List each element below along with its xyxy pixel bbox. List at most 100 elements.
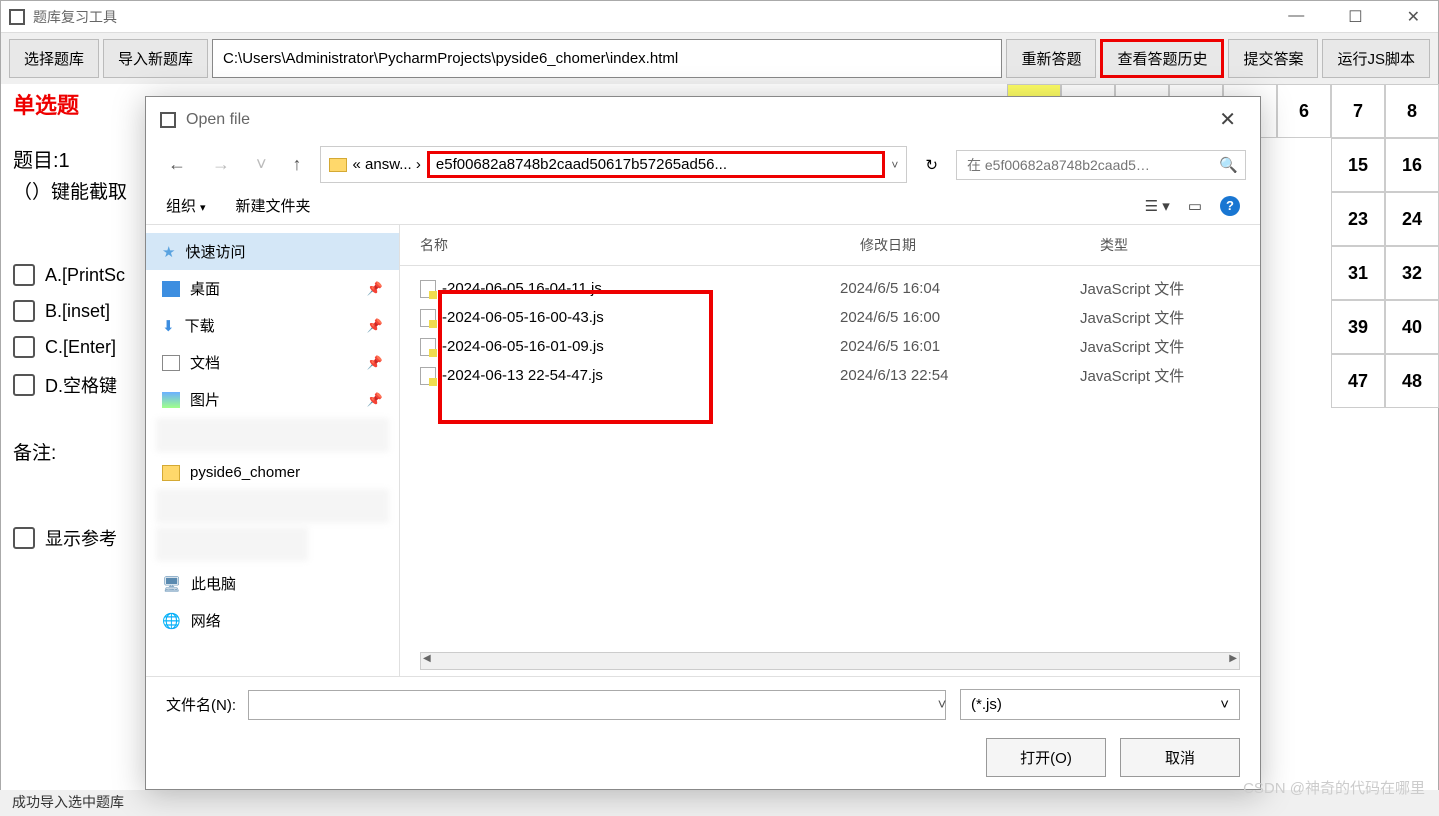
submit-button[interactable]: 提交答案 xyxy=(1228,39,1318,78)
checkbox-icon[interactable] xyxy=(13,374,35,396)
cancel-button[interactable]: 取消 xyxy=(1120,738,1240,777)
app-icon xyxy=(160,112,176,128)
chevron-down-icon[interactable]: ˅ xyxy=(891,158,898,172)
nav-documents[interactable]: 文档📌 xyxy=(146,344,399,381)
maximize-icon[interactable]: ☐ xyxy=(1338,7,1372,27)
col-date[interactable]: 修改日期 xyxy=(860,235,1100,255)
number-cell[interactable]: 39 xyxy=(1331,300,1385,354)
import-bank-button[interactable]: 导入新题库 xyxy=(103,39,208,78)
file-row[interactable]: -2024-06-05 16-04-11.js 2024/6/5 16:04Jav… xyxy=(420,274,1240,303)
nav-downloads[interactable]: ⬇下载📌 xyxy=(146,307,399,344)
nav-pictures[interactable]: 图片📌 xyxy=(146,381,399,418)
number-cell[interactable]: 16 xyxy=(1385,138,1439,192)
col-type[interactable]: 类型 xyxy=(1100,235,1240,255)
open-file-dialog: Open file ✕ ← → ˅ ↑ « answ... › e5f00682… xyxy=(145,96,1261,790)
refresh-icon[interactable]: ↻ xyxy=(917,152,946,178)
run-js-button[interactable]: 运行JS脚本 xyxy=(1322,39,1430,78)
number-cell[interactable]: 40 xyxy=(1385,300,1439,354)
crumb-prefix[interactable]: « answ... › xyxy=(353,156,421,173)
search-icon[interactable]: 🔍 xyxy=(1219,156,1238,174)
path-input[interactable] xyxy=(212,39,1002,78)
open-button[interactable]: 打开(O) xyxy=(986,738,1106,777)
number-cell[interactable]: 47 xyxy=(1331,354,1385,408)
nav-project-folder[interactable]: pyside6_chomer xyxy=(146,456,399,489)
network-icon: 🌐 xyxy=(162,612,181,630)
file-row[interactable]: -2024-06-13 22-54-47.js2024/6/13 22:54Ja… xyxy=(420,361,1240,390)
js-file-icon xyxy=(420,280,436,298)
filter-select[interactable]: (*.js)˅ xyxy=(960,689,1240,720)
new-folder-button[interactable]: 新建文件夹 xyxy=(236,195,311,216)
minimize-icon[interactable]: — xyxy=(1278,7,1314,27)
nav-desktop[interactable]: 桌面📌 xyxy=(146,270,399,307)
forward-icon[interactable]: → xyxy=(204,150,238,179)
number-cell[interactable]: 23 xyxy=(1331,192,1385,246)
pc-icon: 🖥 xyxy=(162,575,181,593)
file-name: -2024-06-05 16-04-11.js xyxy=(442,280,602,297)
file-name: -2024-06-05-16-01-09.js xyxy=(442,338,604,355)
watermark: CSDN @神奇的代码在哪里 xyxy=(1243,777,1425,798)
file-date: 2024/6/13 22:54 xyxy=(840,367,1080,384)
number-cell[interactable]: 6 xyxy=(1277,84,1331,138)
search-input[interactable] xyxy=(956,150,1246,180)
crumb-hash[interactable]: e5f00682a8748b2caad50617b57265ad56... xyxy=(427,151,886,178)
pin-icon: 📌 xyxy=(367,392,383,408)
statusbar: 成功导入选中题库 xyxy=(0,790,1439,816)
app-icon xyxy=(9,9,25,25)
desktop-icon xyxy=(162,281,180,297)
select-bank-button[interactable]: 选择题库 xyxy=(9,39,99,78)
preview-pane-icon[interactable]: ▭ xyxy=(1188,197,1202,215)
file-type: JavaScript 文件 xyxy=(1080,307,1184,328)
address-bar[interactable]: « answ... › e5f00682a8748b2caad50617b572… xyxy=(320,146,908,183)
close-icon[interactable]: ✕ xyxy=(1397,7,1430,27)
nav-network[interactable]: 🌐网络 xyxy=(146,602,399,639)
up-icon[interactable]: ↑ xyxy=(285,150,310,179)
checkbox-icon[interactable] xyxy=(13,300,35,322)
filename-label: 文件名(N): xyxy=(166,694,236,715)
view-list-icon[interactable]: ☰ ▾ xyxy=(1145,197,1170,215)
file-type: JavaScript 文件 xyxy=(1080,336,1184,357)
checkbox-icon[interactable] xyxy=(13,336,35,358)
number-cell[interactable]: 15 xyxy=(1331,138,1385,192)
file-row[interactable]: -2024-06-05-16-01-09.js2024/6/5 16:01Jav… xyxy=(420,332,1240,361)
folder-icon xyxy=(329,158,347,172)
nav-blurred-item xyxy=(156,489,389,523)
file-type: JavaScript 文件 xyxy=(1080,278,1184,299)
document-icon xyxy=(162,355,180,371)
chevron-down-icon[interactable]: ˅ xyxy=(936,696,948,713)
file-type: JavaScript 文件 xyxy=(1080,365,1184,386)
number-cell[interactable]: 7 xyxy=(1331,84,1385,138)
js-file-icon xyxy=(420,338,436,356)
back-icon[interactable]: ← xyxy=(160,150,194,179)
nav-this-pc[interactable]: 🖥此电脑 xyxy=(146,565,399,602)
organize-button[interactable]: 组织▾ xyxy=(166,195,206,216)
nav-quick-access[interactable]: ★快速访问 xyxy=(146,233,399,270)
column-headers: 名称 修改日期 类型 xyxy=(400,225,1260,266)
dialog-nav: ← → ˅ ↑ « answ... › e5f00682a8748b2caad5… xyxy=(146,142,1260,187)
chevron-down-icon[interactable]: ˅ xyxy=(248,150,275,179)
file-date: 2024/6/5 16:04 xyxy=(840,280,1080,297)
history-button[interactable]: 查看答题历史 xyxy=(1100,39,1224,78)
pin-icon: 📌 xyxy=(367,281,383,297)
dialog-body: ★快速访问 桌面📌 ⬇下载📌 文档📌 图片📌 pyside6_chomer 🖥此… xyxy=(146,225,1260,676)
number-cell[interactable]: 31 xyxy=(1331,246,1385,300)
dialog-close-icon[interactable]: ✕ xyxy=(1209,107,1246,132)
dialog-toolbar: 组织▾ 新建文件夹 ☰ ▾ ▭ ? xyxy=(146,187,1260,225)
nav-blurred-item xyxy=(156,527,308,561)
number-cell[interactable]: 48 xyxy=(1385,354,1439,408)
checkbox-icon[interactable] xyxy=(13,527,35,549)
col-name[interactable]: 名称 xyxy=(420,235,860,255)
file-name: -2024-06-05-16-00-43.js xyxy=(442,309,604,326)
dialog-title: Open file xyxy=(186,111,250,129)
redo-button[interactable]: 重新答题 xyxy=(1006,39,1096,78)
titlebar: 题库复习工具 — ☐ ✕ xyxy=(1,1,1438,33)
horizontal-scrollbar[interactable] xyxy=(420,652,1240,670)
help-icon[interactable]: ? xyxy=(1220,196,1240,216)
filename-input[interactable] xyxy=(248,690,946,720)
number-cell[interactable]: 32 xyxy=(1385,246,1439,300)
number-cell[interactable]: 24 xyxy=(1385,192,1439,246)
download-icon: ⬇ xyxy=(162,317,175,335)
window-controls: — ☐ ✕ xyxy=(1278,7,1430,27)
file-row[interactable]: -2024-06-05-16-00-43.js2024/6/5 16:00Jav… xyxy=(420,303,1240,332)
number-cell[interactable]: 8 xyxy=(1385,84,1439,138)
checkbox-icon[interactable] xyxy=(13,264,35,286)
